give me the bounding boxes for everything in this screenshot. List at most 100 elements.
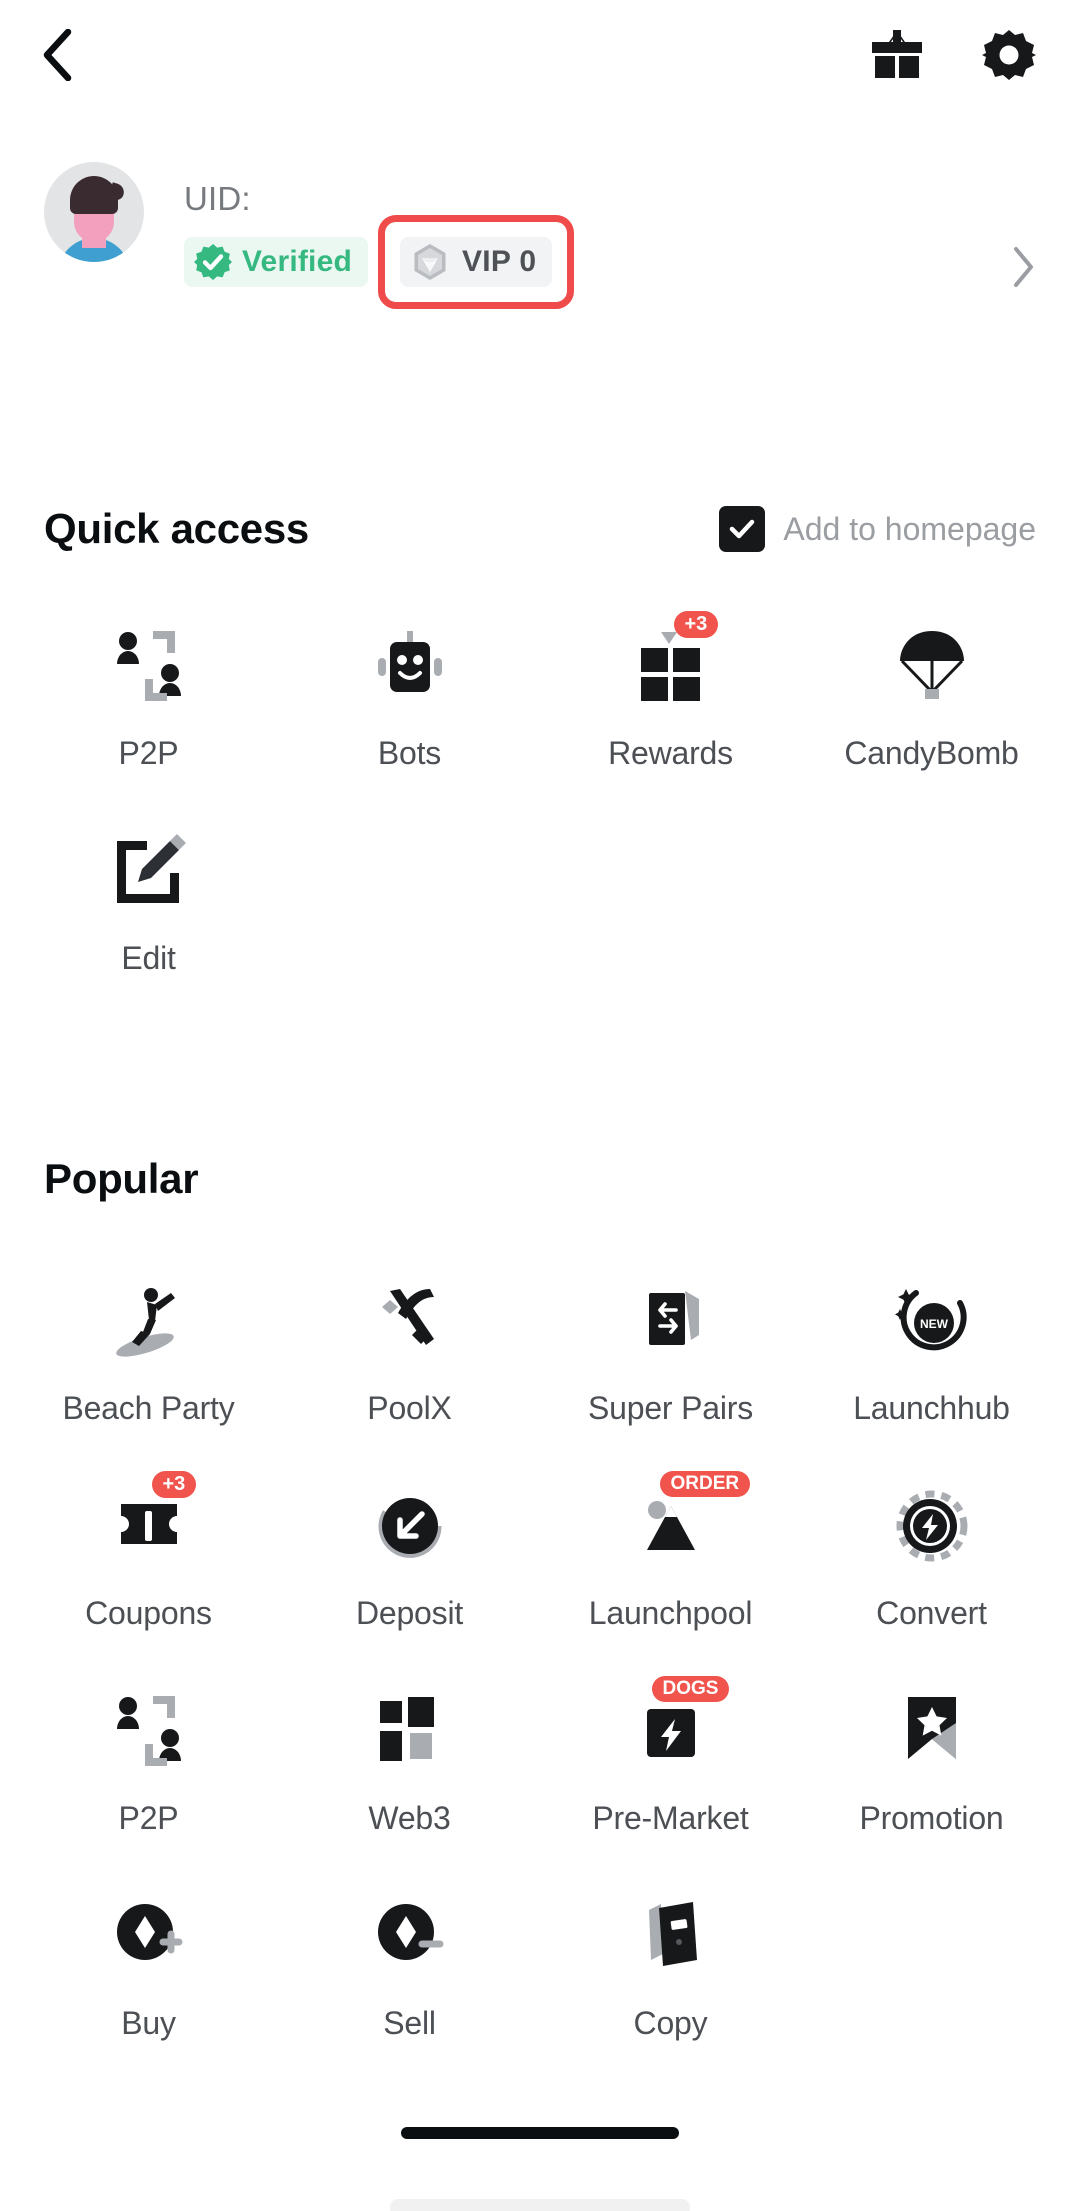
- grid-item-label: Coupons: [85, 1595, 212, 1631]
- parachute-icon: [891, 625, 973, 707]
- settings-button[interactable]: [982, 28, 1036, 82]
- super-pairs-swap-icon: [630, 1280, 712, 1362]
- vip-badge-wrapper: VIP 0: [377, 215, 575, 309]
- grid-item-label: Super Pairs: [588, 1390, 753, 1426]
- grid-item-sell[interactable]: Sell: [279, 1885, 540, 2090]
- uid-label: UID:: [184, 180, 251, 217]
- top-bar: [0, 0, 1080, 110]
- badge-row: Verified VIP 0: [184, 215, 1012, 309]
- quick-access-header: Quick access Add to homepage: [0, 505, 1080, 553]
- grid-item-label: Sell: [383, 2005, 436, 2041]
- avatar: [44, 162, 144, 262]
- gift-button[interactable]: [870, 29, 924, 81]
- item-badge: +3: [673, 611, 719, 638]
- grid-item-launchhub[interactable]: NEW Launchhub: [801, 1270, 1062, 1475]
- popular-grid: Beach Party PoolX Super Pairs NEW Launch…: [0, 1270, 1080, 2090]
- gear-icon: [982, 30, 1036, 80]
- grid-item-label: CandyBomb: [844, 735, 1019, 771]
- copy-trading-icon: [630, 1895, 712, 1977]
- grid-item-buy[interactable]: Buy: [18, 1885, 279, 2090]
- profile-row[interactable]: UID: Verified VIP 0: [0, 162, 1080, 360]
- grid-item-label: PoolX: [367, 1390, 452, 1426]
- grid-item-candybomb[interactable]: CandyBomb: [801, 615, 1062, 820]
- item-badge: +3: [151, 1471, 197, 1498]
- grid-item-label: Deposit: [355, 1595, 464, 1631]
- item-badge: DOGS: [651, 1676, 730, 1702]
- grid-item-edit[interactable]: Edit: [18, 820, 279, 1025]
- coupon-ticket-icon: +3: [108, 1471, 197, 1567]
- grid-item-coupons[interactable]: +3 Coupons: [18, 1471, 279, 1680]
- bottom-sliver: [390, 2199, 690, 2211]
- grid-item-bots[interactable]: Bots: [279, 615, 540, 820]
- chevron-right-icon: [1014, 247, 1033, 287]
- vip-badge[interactable]: VIP 0: [399, 237, 553, 287]
- convert-bolt-circle-icon: [891, 1485, 973, 1567]
- launchhub-new-circle-icon: NEW: [891, 1280, 973, 1362]
- grid-item-super-pairs[interactable]: Super Pairs: [540, 1270, 801, 1475]
- grid-item-label: Copy: [633, 2005, 708, 2041]
- profile-info: UID: Verified VIP 0: [184, 180, 1012, 309]
- check-icon: [730, 519, 755, 539]
- grid-item-label: Buy: [121, 2005, 176, 2041]
- web3-squares-icon: [369, 1690, 451, 1772]
- poolx-pickaxe-icon: [369, 1280, 451, 1362]
- quick-access-grid: P2P Bots +3 Rewards CandyBomb Edit: [0, 611, 1080, 1025]
- svg-text:NEW: NEW: [920, 1317, 949, 1331]
- back-button[interactable]: [40, 29, 74, 81]
- add-to-homepage-label: Add to homepage: [783, 510, 1036, 547]
- vip-diamond-icon: [414, 244, 446, 280]
- edit-pencil-square-icon: [108, 830, 190, 912]
- launchpool-mountain-icon: ORDER: [630, 1471, 751, 1567]
- grid-item-label: Launchpool: [588, 1595, 753, 1631]
- add-to-homepage-checkbox[interactable]: [719, 506, 766, 552]
- popular-header: Popular: [0, 1155, 1080, 1203]
- home-indicator: [401, 2127, 679, 2139]
- grid-item-poolx[interactable]: PoolX: [279, 1270, 540, 1475]
- grid-item-promotion[interactable]: Promotion: [801, 1680, 1062, 1885]
- grid-item-pre-market[interactable]: DOGS Pre-Market: [540, 1676, 801, 1885]
- promotion-bookmark-star-icon: [891, 1690, 973, 1772]
- pre-market-bolt-icon: DOGS: [630, 1676, 730, 1772]
- grid-item-web3[interactable]: Web3: [279, 1680, 540, 1885]
- grid-item-launchpool[interactable]: ORDER Launchpool: [540, 1471, 801, 1680]
- grid-item-label: Pre-Market: [592, 1800, 749, 1836]
- verified-badge-label: Verified: [242, 245, 352, 278]
- grid-item-label: Bots: [377, 735, 442, 771]
- verified-badge[interactable]: Verified: [184, 237, 368, 287]
- grid-item-p2p[interactable]: P2P: [18, 1680, 279, 1885]
- p2p-people-icon: [108, 1690, 190, 1772]
- top-bar-right: [870, 28, 1036, 82]
- robot-icon: [369, 625, 451, 707]
- chevron-left-icon: [43, 29, 72, 81]
- grid-item-label: Promotion: [859, 1800, 1004, 1836]
- grid-item-convert[interactable]: Convert: [801, 1475, 1062, 1680]
- add-to-homepage-toggle[interactable]: Add to homepage: [719, 506, 1036, 552]
- grid-item-rewards[interactable]: +3 Rewards: [540, 611, 801, 820]
- quick-access-title: Quick access: [44, 505, 309, 552]
- top-bar-left: [40, 29, 74, 81]
- grid-item-label: Edit: [121, 940, 176, 976]
- buy-coin-plus-icon: [108, 1895, 190, 1977]
- grid-item-copy[interactable]: Copy: [540, 1885, 801, 2090]
- p2p-people-icon: [108, 625, 190, 707]
- grid-item-beach-party[interactable]: Beach Party: [18, 1270, 279, 1475]
- popular-title: Popular: [44, 1155, 199, 1202]
- account-hub-screen: UID: Verified VIP 0 Quick access Add to …: [0, 0, 1080, 2211]
- grid-item-label: P2P: [118, 735, 179, 771]
- grid-item-label: Beach Party: [62, 1390, 235, 1426]
- vip-badge-label: VIP 0: [461, 245, 537, 278]
- sell-coin-minus-icon: [369, 1895, 451, 1977]
- grid-item-label: P2P: [118, 1800, 179, 1836]
- grid-item-label: Rewards: [608, 735, 733, 771]
- deposit-arrow-down-left-icon: [369, 1485, 451, 1567]
- rewards-gift-grid-icon: +3: [630, 611, 719, 707]
- surfer-icon: [108, 1280, 190, 1362]
- grid-item-p2p[interactable]: P2P: [18, 615, 279, 820]
- grid-item-label: Web3: [368, 1800, 451, 1836]
- gift-icon: [872, 30, 922, 78]
- grid-item-deposit[interactable]: Deposit: [279, 1475, 540, 1680]
- verified-seal-icon: [194, 244, 232, 280]
- grid-item-label: Convert: [876, 1595, 987, 1631]
- profile-chevron-button[interactable]: [1012, 246, 1036, 288]
- grid-item-label: Launchhub: [853, 1390, 1010, 1426]
